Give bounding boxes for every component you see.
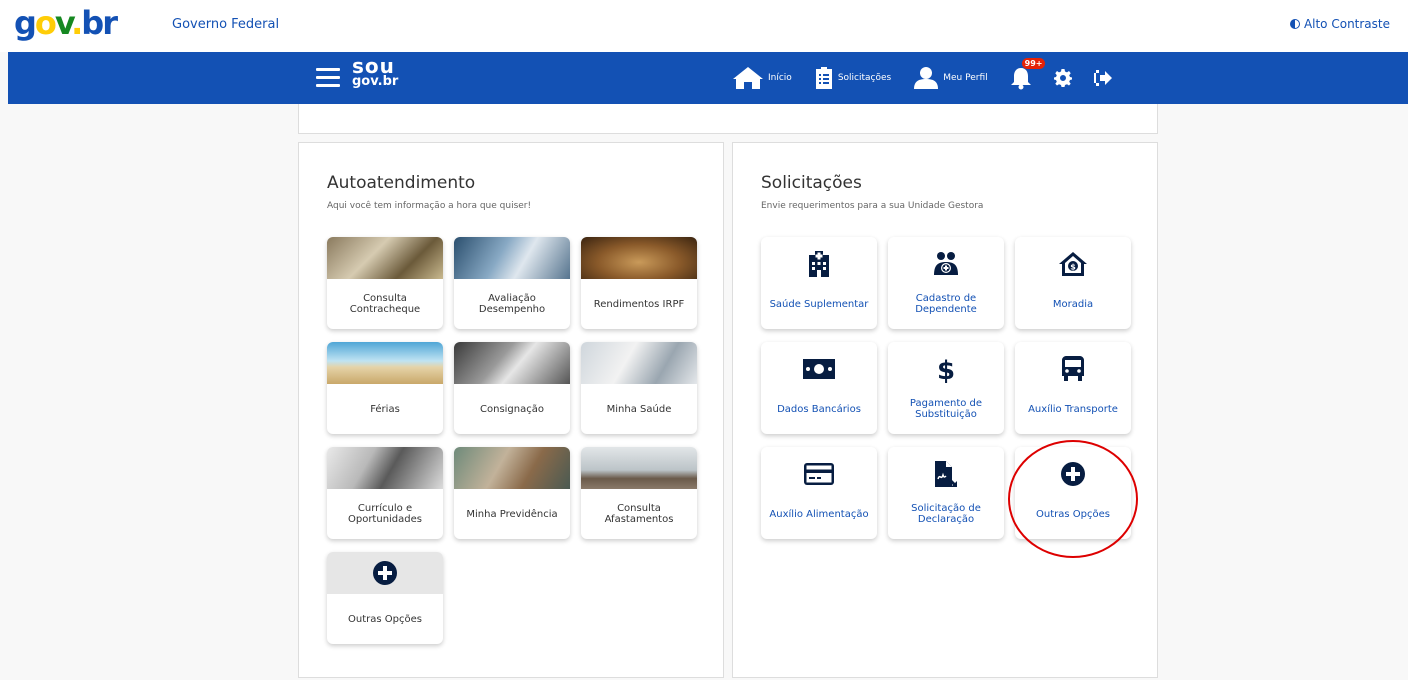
tile-outras-opcoes-solicitacoes[interactable]: Outras Opções	[1015, 447, 1131, 539]
governo-federal-link[interactable]: Governo Federal	[172, 17, 279, 32]
tablet-chart-image	[454, 237, 570, 279]
beach-image	[327, 342, 443, 384]
dependents-icon	[934, 252, 958, 275]
tile-outras-opcoes-autoatendimento[interactable]: Outras Opções	[327, 552, 443, 644]
solicitacoes-panel: Solicitações Envie requerimentos para a …	[732, 142, 1158, 678]
tile-curriculo-oportunidades[interactable]: Currículo e Oportunidades	[327, 447, 443, 539]
handshake-image	[454, 342, 570, 384]
nav-inicio[interactable]: Início	[732, 66, 792, 90]
notification-count-badge: 99+	[1021, 58, 1046, 69]
sougovbr-logo[interactable]: sou gov.br	[352, 56, 398, 90]
govbr-logo[interactable]: gov.br	[14, 6, 118, 40]
gear-icon	[1053, 69, 1072, 87]
tile-consulta-contracheque[interactable]: Consulta Contracheque	[327, 237, 443, 329]
sign-out-icon	[1093, 70, 1112, 86]
high-contrast-toggle[interactable]: Alto Contraste	[1289, 17, 1390, 31]
high-contrast-label: Alto Contraste	[1303, 17, 1390, 31]
plus-circle-icon	[373, 561, 397, 585]
tile-solicitacao-declaracao[interactable]: Solicitação de Declaração	[888, 447, 1004, 539]
tile-minha-previdencia[interactable]: Minha Previdência	[454, 447, 570, 539]
menu-icon	[316, 68, 340, 71]
settings-button[interactable]	[1053, 69, 1072, 87]
nav-items: Início Solicitações Meu Perfil 99+	[732, 52, 1134, 104]
notifications-button[interactable]: 99+	[1010, 58, 1046, 90]
dollar-icon: $	[938, 356, 954, 383]
bell-icon	[1010, 68, 1031, 90]
house-dollar-icon: $	[1059, 252, 1087, 276]
autoatendimento-subtitle: Aqui você tem informação a hora que quis…	[327, 201, 532, 211]
money-bill-icon	[803, 359, 835, 379]
doctor-image	[581, 342, 697, 384]
lion-image	[581, 237, 697, 279]
business-people-image	[327, 447, 443, 489]
tile-auxilio-alimentacao[interactable]: Auxílio Alimentação	[761, 447, 877, 539]
hamburger-menu-button[interactable]	[316, 68, 340, 88]
office-chair-image	[581, 447, 697, 489]
tile-cadastro-dependente[interactable]: Cadastro de Dependente	[888, 237, 1004, 329]
main-navbar: sou gov.br Início Solicitações Meu Perfi…	[8, 52, 1408, 104]
nav-meu-perfil[interactable]: Meu Perfil	[913, 66, 988, 90]
user-icon	[914, 67, 939, 89]
tile-consulta-afastamentos[interactable]: Consulta Afastamentos	[581, 447, 697, 539]
svg-text:$: $	[938, 356, 954, 383]
plus-circle-icon	[1061, 462, 1085, 486]
tile-pagamento-substituicao[interactable]: $ Pagamento de Substituição	[888, 342, 1004, 434]
autoatendimento-panel: Autoatendimento Aqui você tem informação…	[298, 142, 724, 678]
clipboard-list-icon	[815, 67, 832, 89]
tile-consignacao[interactable]: Consignação	[454, 342, 570, 434]
elderly-couple-image	[454, 447, 570, 489]
home-icon	[733, 67, 763, 89]
tile-ferias[interactable]: Férias	[327, 342, 443, 434]
autoatendimento-title: Autoatendimento	[327, 173, 476, 193]
logout-button[interactable]	[1093, 70, 1112, 86]
credit-card-icon	[804, 463, 834, 485]
tile-dados-bancarios[interactable]: Dados Bancários	[761, 342, 877, 434]
tile-saude-suplementar[interactable]: Saúde Suplementar	[761, 237, 877, 329]
tile-minha-saude[interactable]: Minha Saúde	[581, 342, 697, 434]
tile-auxilio-transporte[interactable]: Auxílio Transporte	[1015, 342, 1131, 434]
tile-moradia[interactable]: $ Moradia	[1015, 237, 1131, 329]
tile-avaliacao-desempenho[interactable]: Avaliação Desempenho	[454, 237, 570, 329]
previous-card	[298, 104, 1158, 134]
contrast-icon	[1289, 19, 1300, 29]
signed-document-icon	[935, 461, 957, 487]
solicitacoes-subtitle: Envie requerimentos para a sua Unidade G…	[761, 201, 984, 211]
solicitacoes-title: Solicitações	[761, 173, 862, 193]
hospital-icon	[809, 251, 829, 277]
tile-rendimentos-irpf[interactable]: Rendimentos IRPF	[581, 237, 697, 329]
nav-solicitacoes[interactable]: Solicitações	[814, 66, 891, 90]
coins-image	[327, 237, 443, 279]
svg-text:$: $	[1070, 263, 1076, 272]
bus-icon	[1062, 356, 1084, 381]
gov-header: gov.br Governo Federal Alto Contraste	[0, 0, 1408, 52]
